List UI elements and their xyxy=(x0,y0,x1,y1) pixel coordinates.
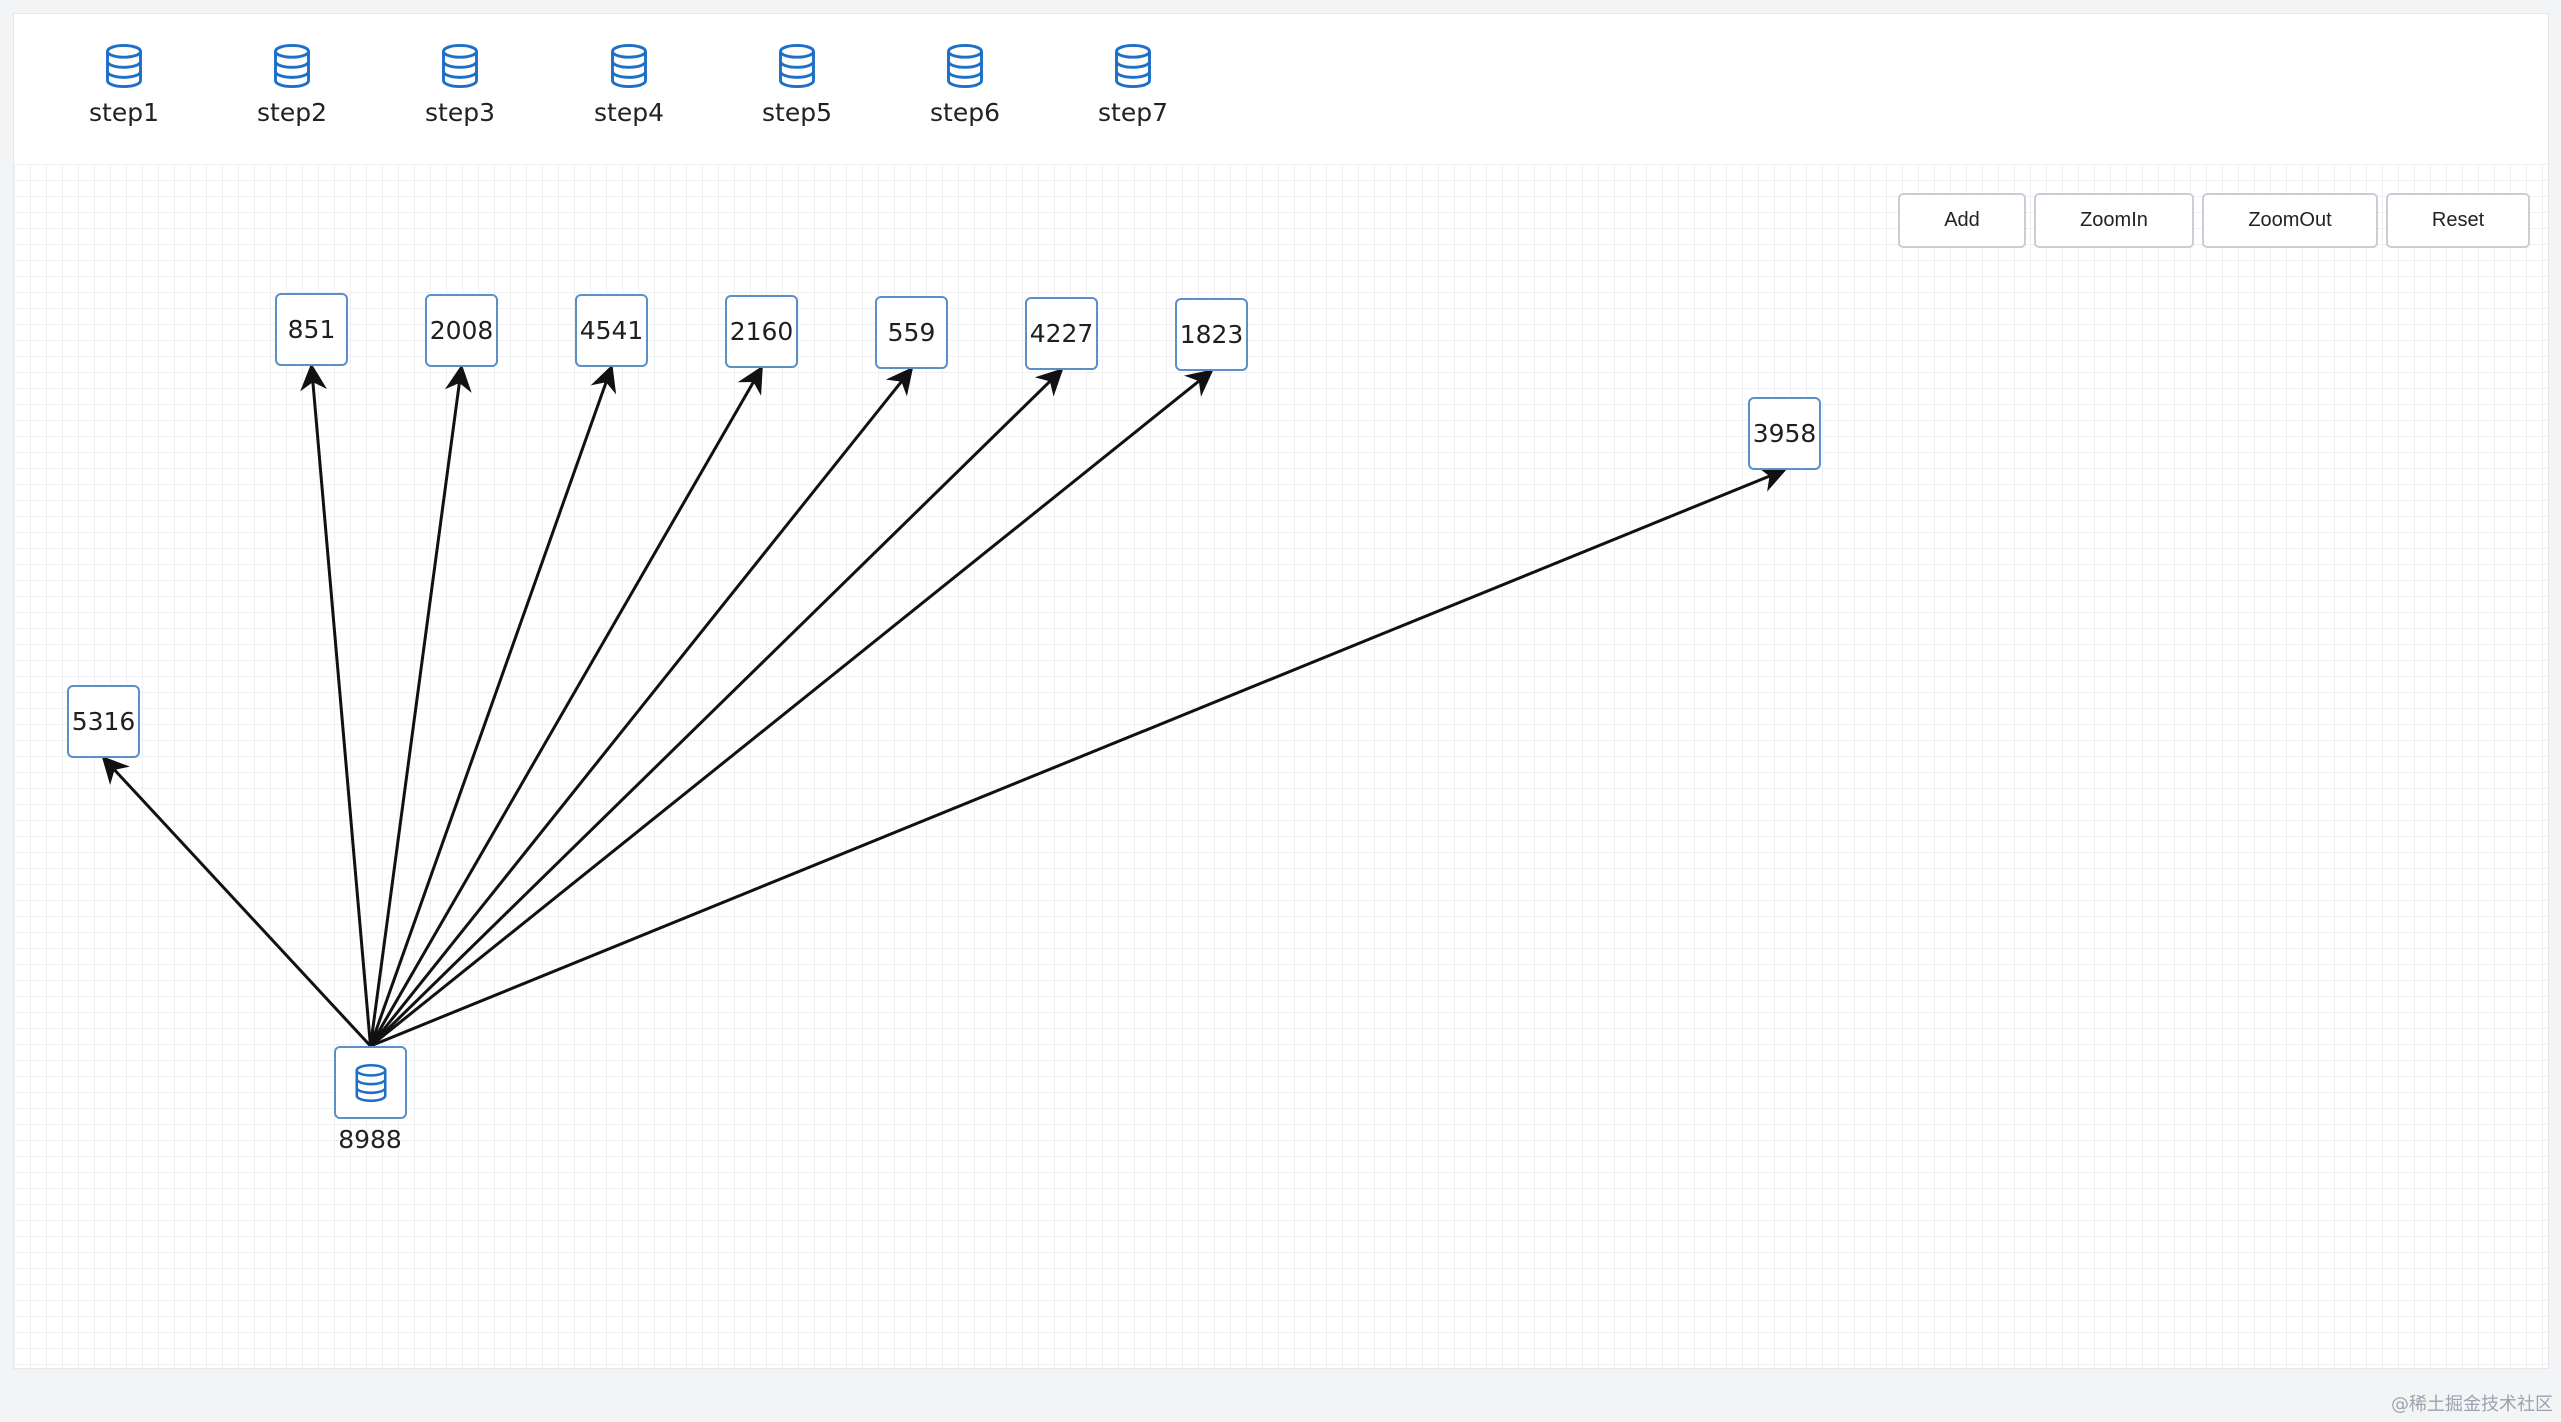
palette-item-label: step5 xyxy=(762,98,832,127)
palette-item-step4[interactable]: step4 xyxy=(569,42,689,152)
palette-item-label: step3 xyxy=(425,98,495,127)
edge-4227[interactable] xyxy=(369,368,1064,1048)
palette-item-step5[interactable]: step5 xyxy=(737,42,857,152)
node-palette: step1 step2 step3 step4 step5 step6 step… xyxy=(14,14,2548,164)
edge-2160[interactable] xyxy=(369,365,763,1047)
add-button[interactable]: Add xyxy=(1898,193,2026,248)
edge-4541[interactable] xyxy=(369,364,617,1047)
graph-canvas[interactable]: 851 2008 4541 2160 559 4227 1823 3958 53… xyxy=(14,164,2548,1368)
graph-node[interactable]: 2008 xyxy=(425,294,498,367)
edge-1823[interactable] xyxy=(369,369,1214,1048)
database-icon xyxy=(442,43,478,89)
palette-item-step2[interactable]: step2 xyxy=(232,42,352,152)
palette-item-label: step7 xyxy=(1098,98,1168,127)
palette-item-step1[interactable]: step1 xyxy=(64,42,184,152)
palette-item-label: step6 xyxy=(930,98,1000,127)
database-icon xyxy=(106,43,142,89)
reset-button[interactable]: Reset xyxy=(2386,193,2530,248)
database-icon xyxy=(1115,43,1151,89)
edge-layer xyxy=(101,363,1788,1048)
database-icon xyxy=(779,43,815,89)
edge-559[interactable] xyxy=(369,366,914,1047)
edge-5316[interactable] xyxy=(101,756,372,1048)
graph-node[interactable]: 5316 xyxy=(67,685,140,758)
palette-item-step6[interactable]: step6 xyxy=(905,42,1025,152)
zoom-out-button[interactable]: ZoomOut xyxy=(2202,193,2378,248)
toolbar: Add ZoomIn ZoomOut Reset xyxy=(1898,193,2530,248)
palette-item-step3[interactable]: step3 xyxy=(400,42,520,152)
palette-item-label: step4 xyxy=(594,98,664,127)
watermark: @稀土掘金技术社区 xyxy=(2391,1394,2553,1415)
palette-item-label: step2 xyxy=(257,98,327,127)
database-icon xyxy=(947,43,983,89)
edge-2008[interactable] xyxy=(369,364,472,1047)
root-node[interactable] xyxy=(334,1046,407,1119)
flow-editor: step1 step2 step3 step4 step5 step6 step… xyxy=(13,13,2549,1369)
graph-node[interactable]: 4227 xyxy=(1025,297,1098,370)
root-node-label: 8988 xyxy=(338,1125,402,1154)
database-icon xyxy=(274,43,310,89)
graph-node[interactable]: 559 xyxy=(875,296,948,369)
zoom-in-button[interactable]: ZoomIn xyxy=(2034,193,2194,248)
graph-node[interactable]: 1823 xyxy=(1175,298,1248,371)
graph-node[interactable]: 2160 xyxy=(725,295,798,368)
graph-node[interactable]: 4541 xyxy=(575,294,648,367)
edge-3958[interactable] xyxy=(369,466,1788,1048)
palette-item-label: step1 xyxy=(89,98,159,127)
database-icon xyxy=(354,1063,387,1102)
graph-node[interactable]: 3958 xyxy=(1748,397,1821,470)
graph-node[interactable]: 851 xyxy=(275,293,348,366)
database-icon xyxy=(611,43,647,89)
palette-item-step7[interactable]: step7 xyxy=(1073,42,1193,152)
edge-851[interactable] xyxy=(300,363,372,1047)
